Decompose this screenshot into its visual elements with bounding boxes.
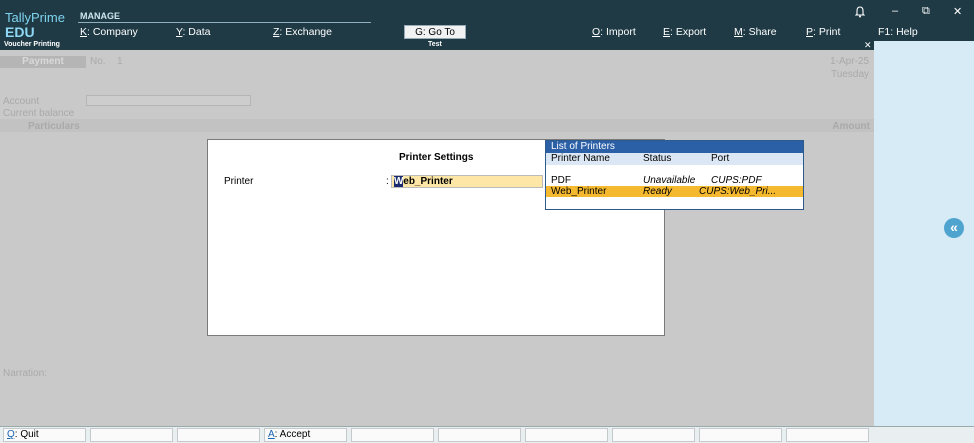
brand-edition: EDU: [5, 24, 35, 40]
header-printer-name: Printer Name: [551, 153, 610, 164]
minimize-icon[interactable]: –: [892, 5, 898, 17]
empty-button-6: [438, 428, 521, 442]
empty-button-2: [90, 428, 173, 442]
printer-label: Printer: [224, 176, 254, 187]
restore-icon[interactable]: ⧉: [922, 5, 930, 18]
screen-title: Voucher Printing: [4, 41, 60, 48]
dialog-title: Printer Settings: [399, 152, 474, 163]
menu-share-label: : Share: [742, 26, 777, 38]
printer-status: Ready: [643, 186, 672, 197]
column-particulars: Particulars: [28, 121, 80, 132]
close-icon[interactable]: ✕: [953, 5, 962, 18]
quit-key: Q: [7, 429, 15, 440]
empty-button-3: [177, 428, 260, 442]
voucher-no-label: No.: [90, 56, 106, 67]
voucher-day: Tuesday: [831, 69, 869, 80]
menu-export-key: E: [663, 26, 671, 38]
menu-company-key: K: [80, 26, 88, 38]
empty-button-7: [525, 428, 608, 442]
account-label: Account: [3, 96, 40, 107]
menu-exchange-label: : Exchange: [279, 26, 332, 38]
menu-import[interactable]: O: Import: [592, 26, 636, 38]
menu-print-label: : Print: [813, 26, 841, 38]
column-amount: Amount: [832, 121, 870, 132]
menu-data-label: : Data: [182, 26, 211, 38]
menu-company-label: : Company: [87, 26, 138, 38]
printer-list-title: List of Printers: [546, 141, 803, 153]
menu-data[interactable]: Y: Data: [176, 26, 210, 38]
printer-name: PDF: [551, 175, 571, 186]
empty-button-5: [351, 428, 434, 442]
printer-status: Unavailable: [643, 175, 696, 186]
voucher-type: Payment: [0, 56, 86, 68]
manage-section-label: MANAGE: [80, 11, 120, 21]
empty-button-9: [699, 428, 782, 442]
quit-button[interactable]: Q: Quit: [3, 428, 86, 442]
screen-title-strip: Voucher Printing Test ✕: [0, 40, 874, 50]
menu-company[interactable]: K: Company: [80, 26, 138, 38]
menu-share-key: M: [734, 26, 743, 38]
menu-export[interactable]: E: Export: [663, 26, 706, 38]
printer-input[interactable]: Web_Printer: [391, 175, 543, 188]
column-header-bar: [0, 119, 874, 132]
accept-button[interactable]: A: Accept: [264, 428, 347, 442]
expand-panel-icon[interactable]: «: [944, 218, 964, 238]
printer-colon: :: [386, 176, 389, 187]
voucher-date: 1-Apr-25: [830, 56, 869, 67]
voucher-no-value: 1: [117, 56, 123, 67]
menu-help[interactable]: F1: Help: [878, 26, 918, 38]
menu-print-key: P: [806, 26, 814, 38]
header-status: Status: [643, 153, 672, 164]
menu-exchange[interactable]: Z: Exchange: [273, 26, 332, 38]
menu-help-label: : Help: [890, 26, 918, 38]
top-bar: TallyPrime EDU MANAGE K: Company Y: Data…: [0, 0, 974, 41]
printer-row[interactable]: PDF Unavailable CUPS:PDF: [546, 175, 803, 186]
menu-help-key: F1: [878, 26, 891, 38]
printer-input-value: eb_Printer: [403, 176, 453, 187]
menu-export-label: : Export: [670, 26, 707, 38]
menu-import-key: O: [592, 26, 601, 38]
narration-label: Narration:: [3, 368, 47, 379]
current-balance-label: Current balance: [3, 108, 75, 119]
brand-name: TallyPrime: [5, 10, 65, 25]
printer-port: CUPS:PDF: [711, 175, 762, 186]
quit-label: : Quit: [14, 429, 39, 440]
goto-button[interactable]: G: Go To: [404, 25, 466, 39]
manage-divider: [78, 22, 371, 23]
empty-button-10: [786, 428, 869, 442]
printer-row-selected[interactable]: Web_Printer Ready CUPS:Web_Pri...: [546, 186, 803, 197]
empty-button-8: [612, 428, 695, 442]
menu-print[interactable]: P: Print: [806, 26, 840, 38]
menu-import-label: : Import: [600, 26, 636, 38]
printer-port: CUPS:Web_Pri...: [699, 186, 777, 197]
printer-name: Web_Printer: [551, 186, 607, 197]
account-field[interactable]: [86, 95, 251, 106]
menu-share[interactable]: M: Share: [734, 26, 777, 38]
company-name: Test: [428, 41, 442, 48]
text-cursor: W: [394, 176, 404, 187]
header-port: Port: [711, 153, 730, 164]
accept-key: A: [268, 429, 275, 440]
bell-icon[interactable]: [855, 6, 865, 18]
accept-label: : Accept: [274, 429, 311, 440]
